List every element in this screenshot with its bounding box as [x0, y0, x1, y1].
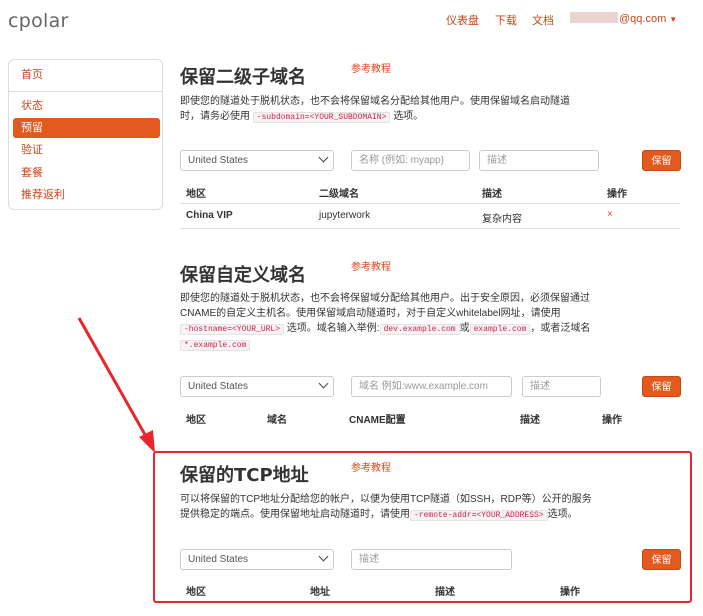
annotation-arrow: [77, 317, 155, 453]
arrow-head: [139, 430, 155, 453]
arrow-shaft: [77, 317, 150, 441]
